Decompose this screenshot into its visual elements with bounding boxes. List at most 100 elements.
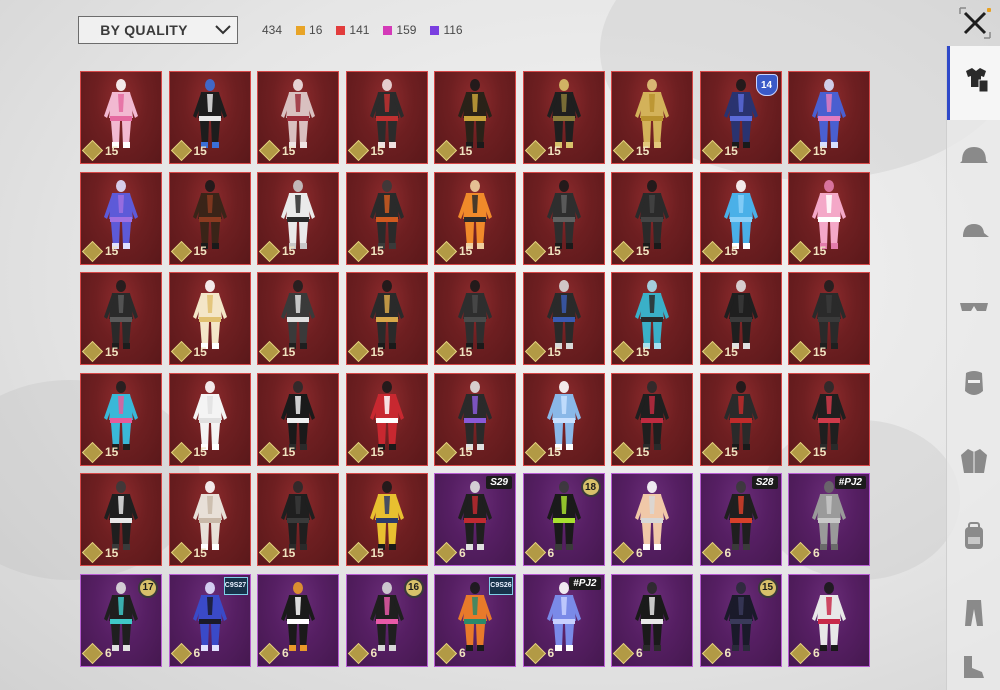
item-card[interactable]: 15	[788, 171, 870, 265]
item-card[interactable]: 15	[80, 372, 162, 466]
item-card[interactable]: 15 14	[699, 71, 782, 164]
item-value-badge: 15	[524, 340, 561, 363]
sidebar-item-outfit[interactable]	[947, 46, 1000, 120]
item-card[interactable]: 6 17	[80, 573, 162, 667]
item-card[interactable]: 15	[80, 171, 162, 265]
item-value-badge: 6	[789, 541, 820, 564]
sidebar-item-mask[interactable]	[947, 350, 1000, 424]
item-card[interactable]: 15	[522, 71, 605, 164]
currency-diamond-icon	[524, 642, 546, 664]
sidebar-item-cap[interactable]	[947, 198, 1000, 272]
item-card[interactable]: 15	[522, 171, 605, 265]
item-card[interactable]: 15	[168, 473, 251, 566]
item-card[interactable]: 15	[788, 71, 870, 164]
item-card[interactable]: 15	[80, 71, 162, 164]
item-card[interactable]: 15	[699, 272, 782, 365]
item-card[interactable]: 15	[80, 272, 162, 365]
item-value: 15	[105, 344, 119, 359]
item-value: 15	[813, 244, 827, 258]
item-card[interactable]: 6 16	[345, 573, 428, 667]
sidebar-item-helmet[interactable]	[947, 122, 1000, 196]
item-card[interactable]: 6 C9S26	[434, 573, 516, 667]
item-card[interactable]: 6 #PJ2	[522, 573, 605, 667]
item-value: 15	[547, 244, 561, 258]
item-card[interactable]: 15	[611, 272, 693, 365]
item-value-badge: 15	[612, 340, 649, 363]
item-card[interactable]: 6 #PJ2	[788, 473, 870, 566]
item-card[interactable]: 15	[168, 171, 251, 265]
item-card[interactable]: 6 18	[522, 473, 605, 566]
item-value: 15	[813, 143, 827, 158]
item-value: 15	[813, 344, 827, 359]
item-card[interactable]: 15	[257, 71, 339, 164]
item-card[interactable]: 6 S28	[699, 473, 782, 566]
sidebar-item-backpack[interactable]	[947, 502, 1000, 576]
item-card[interactable]: 15	[699, 372, 782, 466]
sidebar-item-shoes[interactable]	[947, 646, 1000, 690]
item-card[interactable]: 15	[345, 272, 428, 365]
item-value-badge: 15	[170, 240, 207, 262]
item-value-badge: 15	[612, 240, 649, 262]
item-value-badge: 15	[524, 240, 561, 262]
item-value: 15	[459, 445, 473, 459]
sidebar-item-glasses[interactable]	[947, 274, 1000, 348]
item-card[interactable]: 15	[168, 71, 251, 164]
item-card[interactable]: 15	[434, 71, 516, 164]
item-value-badge: 15	[789, 240, 827, 262]
item-value-badge: 15	[170, 139, 207, 162]
sidebar-item-jacket[interactable]	[947, 426, 1000, 500]
item-card[interactable]: 15	[168, 272, 251, 365]
item-card[interactable]: 15	[434, 272, 516, 365]
item-card[interactable]: 15	[345, 171, 428, 265]
item-card[interactable]: 15	[788, 372, 870, 466]
item-value: 15	[370, 143, 384, 158]
item-card[interactable]: 15	[345, 372, 428, 466]
item-value: 15	[193, 545, 207, 560]
item-value-badge: 15	[258, 240, 295, 262]
item-card[interactable]: 6	[257, 573, 339, 667]
item-card[interactable]: 15	[257, 473, 339, 566]
item-card[interactable]: 15	[345, 71, 428, 164]
item-card[interactable]: 6 15	[699, 573, 782, 667]
close-button[interactable]	[958, 6, 992, 40]
item-card[interactable]: 15	[611, 171, 693, 265]
item-card[interactable]: 6	[611, 473, 693, 566]
item-card[interactable]: 15	[257, 171, 339, 265]
item-card[interactable]: 15	[611, 71, 693, 164]
currency-diamond-icon	[81, 441, 104, 463]
item-card[interactable]: 15	[257, 372, 339, 466]
backpack-icon	[958, 521, 990, 558]
item-card[interactable]: 15	[434, 171, 516, 265]
total-count: 434	[262, 23, 283, 37]
item-card[interactable]: 15	[345, 473, 428, 566]
item-value-badge: 15	[701, 240, 738, 262]
item-value-badge: 15	[258, 441, 295, 463]
item-card[interactable]: 15	[434, 372, 516, 466]
currency-diamond-icon	[789, 240, 812, 262]
item-card[interactable]: 15	[522, 272, 605, 365]
sort-dropdown-label: BY QUALITY	[100, 22, 188, 38]
item-value-badge: 15	[170, 541, 207, 564]
item-value-badge: 6	[258, 642, 289, 664]
item-card[interactable]: 15	[80, 473, 162, 566]
item-card[interactable]: 6 S29	[434, 473, 516, 566]
item-card[interactable]: 6	[788, 573, 870, 667]
sort-dropdown[interactable]: BY QUALITY	[78, 16, 238, 44]
item-card[interactable]: 15	[611, 372, 693, 466]
currency-diamond-icon	[81, 139, 104, 162]
item-card[interactable]: 15	[788, 272, 870, 365]
currency-diamond-icon	[435, 139, 458, 162]
currency-diamond-icon	[789, 139, 812, 162]
item-value: 15	[459, 344, 473, 359]
item-value-badge: 6	[789, 642, 820, 664]
item-value: 6	[370, 646, 378, 660]
currency-diamond-icon	[170, 240, 192, 262]
item-card[interactable]: 15	[168, 372, 251, 466]
item-card[interactable]: 15	[522, 372, 605, 466]
item-value: 15	[370, 545, 384, 560]
item-card[interactable]: 15	[257, 272, 339, 365]
item-card[interactable]: 15	[699, 171, 782, 265]
sidebar-item-pants[interactable]	[947, 578, 1000, 652]
item-card[interactable]: 6	[611, 573, 693, 667]
item-card[interactable]: 6 C9S27	[168, 573, 251, 667]
